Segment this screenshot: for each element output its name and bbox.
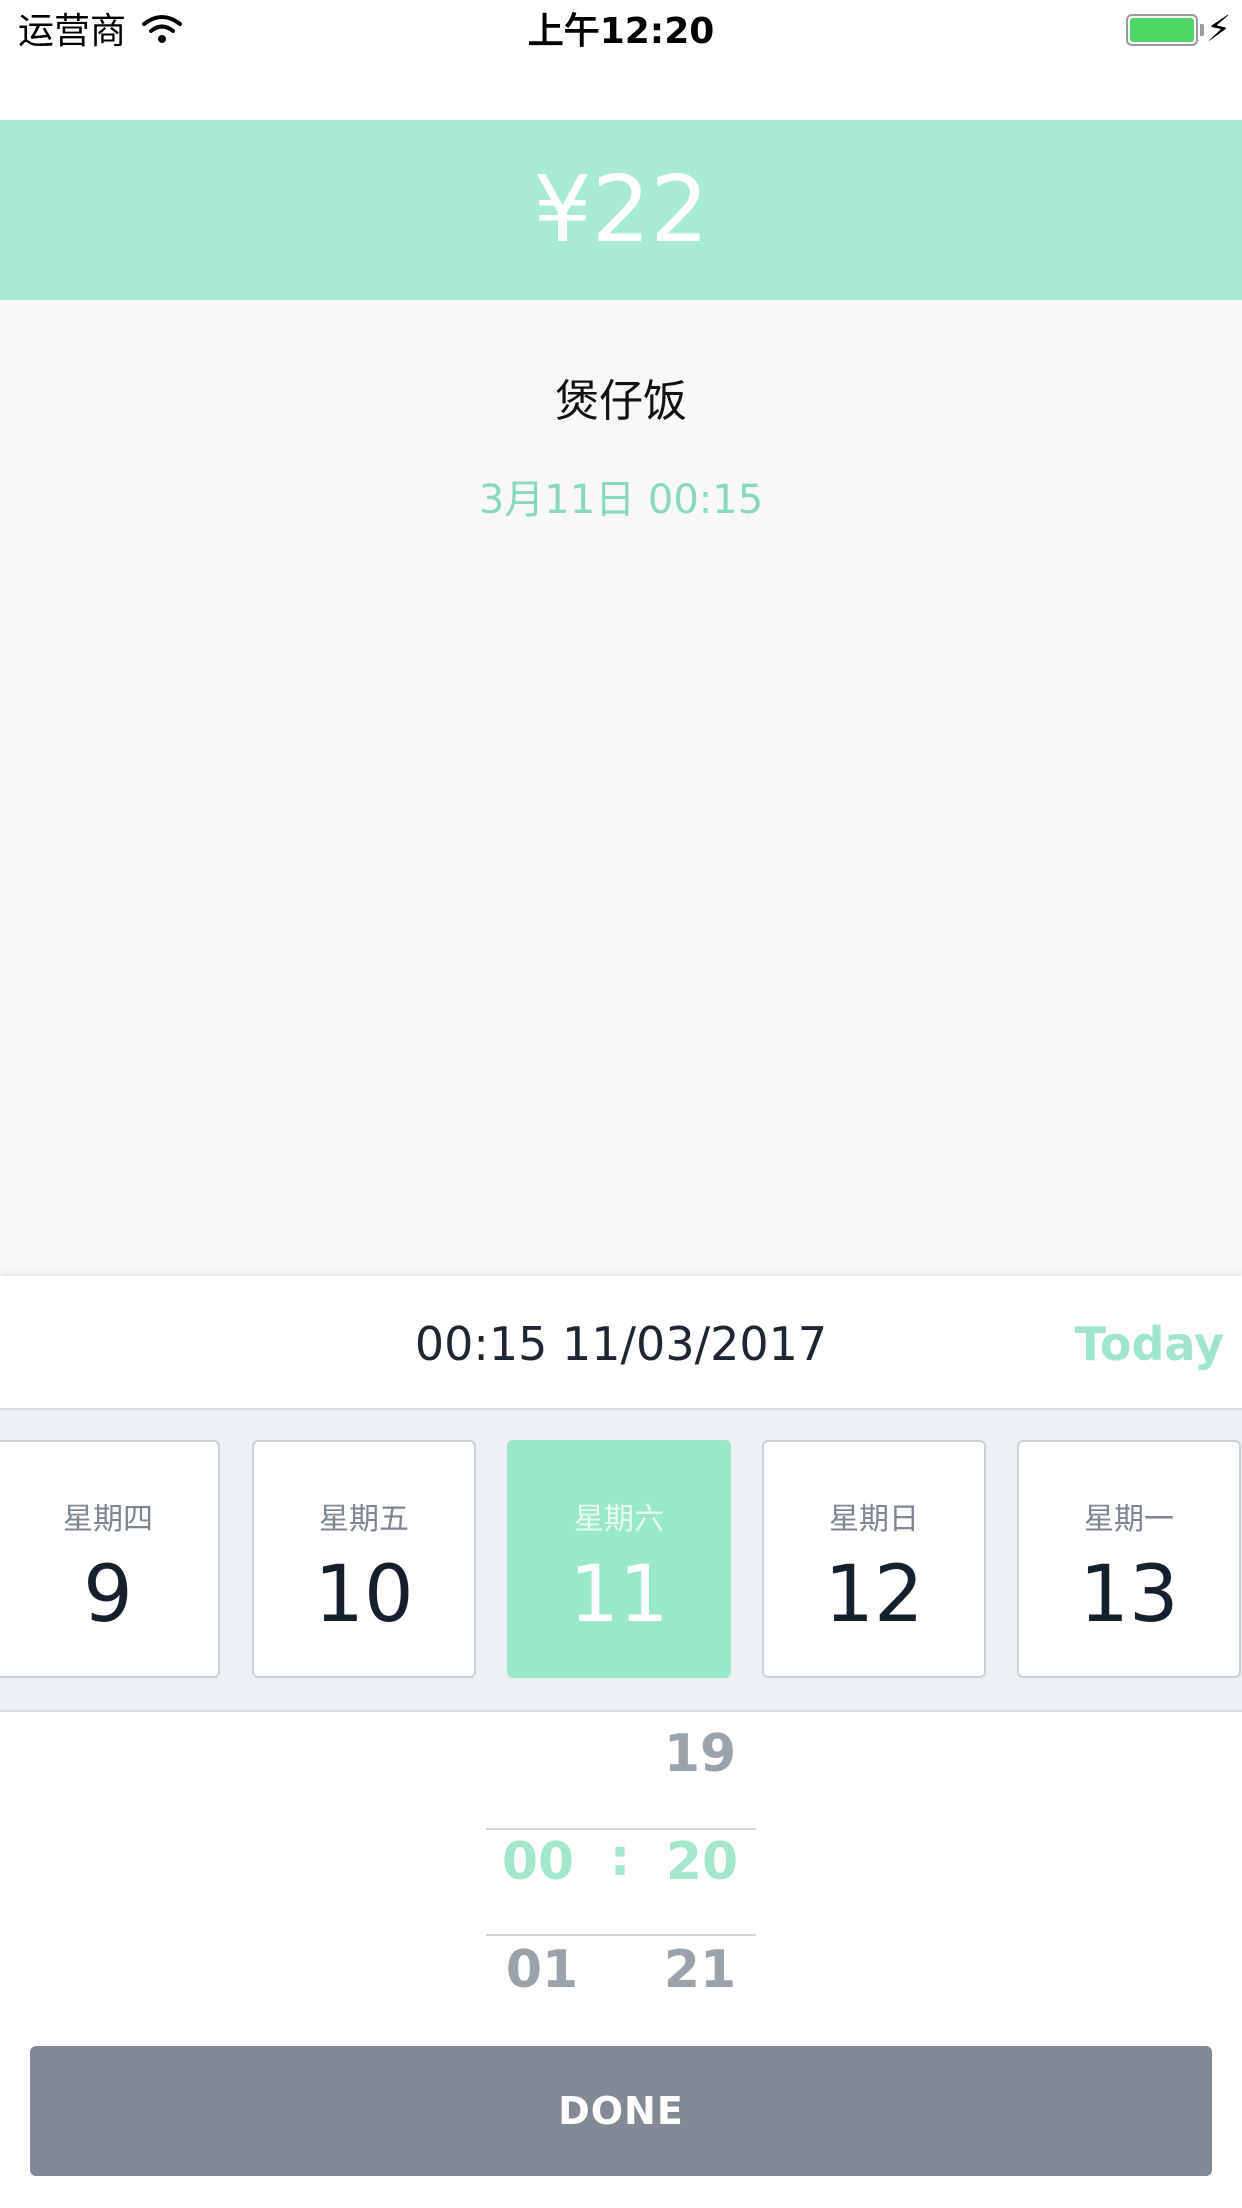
day-card[interactable]: 星期一 13 bbox=[1017, 1440, 1241, 1678]
time-wheel[interactable]: 19 00 : 20 01 21 bbox=[0, 1712, 1242, 2032]
day-card[interactable]: 星期四 9 bbox=[0, 1440, 220, 1678]
charging-bolt-icon: ⚡ bbox=[1206, 9, 1232, 50]
status-time: 上午12:20 bbox=[527, 11, 715, 52]
day-card[interactable]: 星期日 12 bbox=[762, 1440, 986, 1678]
item-datetime: 3月11日 00:15 bbox=[478, 477, 764, 523]
battery-level bbox=[1130, 18, 1194, 42]
today-button[interactable]: Today bbox=[1075, 1316, 1224, 1372]
day-number: 10 bbox=[314, 1550, 414, 1640]
done-button[interactable]: DONE bbox=[30, 2046, 1212, 2176]
day-weekday: 星期四 bbox=[63, 1502, 153, 1537]
day-weekday: 星期日 bbox=[829, 1502, 919, 1537]
status-bar: 运营商 上午12:20 ⚡ bbox=[0, 0, 1242, 120]
day-number: 11 bbox=[569, 1550, 669, 1640]
price-banner: ¥22 bbox=[0, 120, 1242, 300]
day-card-selected[interactable]: 星期六 11 bbox=[507, 1440, 731, 1678]
battery-icon bbox=[1126, 14, 1198, 46]
selection-line-bottom bbox=[486, 1934, 756, 1936]
picker-header: 00:15 11/03/2017 Today bbox=[0, 1276, 1242, 1410]
minute-next[interactable]: 21 bbox=[630, 1940, 770, 2000]
price-label: ¥22 bbox=[533, 156, 709, 263]
minute-selected[interactable]: 20 bbox=[632, 1832, 772, 1892]
selected-datetime: 00:15 11/03/2017 bbox=[414, 1317, 828, 1371]
day-weekday: 星期五 bbox=[319, 1502, 409, 1537]
day-number: 12 bbox=[824, 1550, 924, 1640]
minute-prev[interactable]: 19 bbox=[630, 1724, 770, 1784]
hour-next[interactable]: 01 bbox=[472, 1940, 612, 2000]
day-card[interactable]: 星期五 10 bbox=[252, 1440, 476, 1678]
day-number: 9 bbox=[83, 1550, 133, 1640]
day-strip[interactable]: 星期四 9 星期五 10 星期六 11 星期日 12 星期一 13 bbox=[0, 1410, 1242, 1712]
page: 运营商 上午12:20 ⚡ ¥22 煲仔饭 3月11日 00:15 00:15 … bbox=[0, 0, 1242, 2208]
day-weekday: 星期六 bbox=[574, 1502, 664, 1537]
day-weekday: 星期一 bbox=[1084, 1502, 1174, 1537]
day-number: 13 bbox=[1079, 1550, 1179, 1640]
hour-selected[interactable]: 00 bbox=[468, 1832, 608, 1892]
item-name: 煲仔饭 bbox=[555, 376, 687, 427]
battery-cap bbox=[1200, 24, 1204, 36]
